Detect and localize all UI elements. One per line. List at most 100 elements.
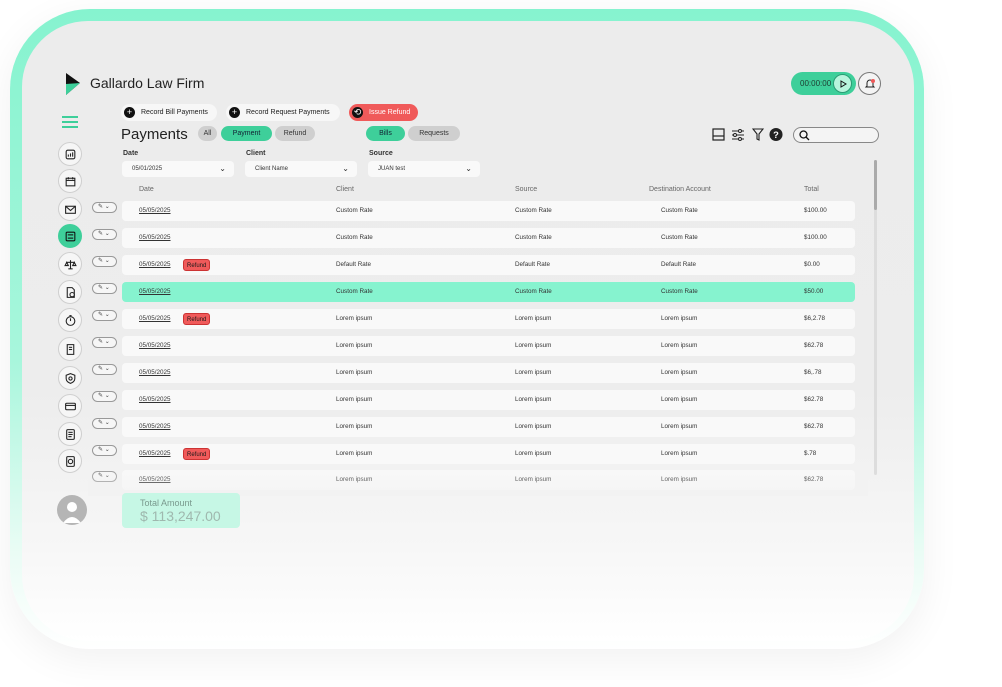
cell-destination-account: Custom Rate (661, 207, 698, 214)
sidebar-item-calendar[interactable] (58, 169, 82, 193)
sidebar-item-document[interactable] (58, 280, 82, 304)
row-edit-toggle[interactable]: ✎ ⌄ (92, 310, 117, 321)
cell-date[interactable]: 05/05/2025 (139, 336, 171, 356)
table-row[interactable]: 05/05/2025 Custom Rate Custom Rate Custom R… (122, 228, 855, 248)
table-row[interactable]: 05/05/2025 Custom Rate Custom Rate Custom R… (122, 201, 855, 221)
table-row[interactable]: 05/05/2025 Lorem ipsum Lorem ipsum Lorem ip… (122, 336, 855, 356)
sidebar-item-payments[interactable] (58, 224, 82, 248)
avatar[interactable] (57, 495, 87, 525)
layout-icon[interactable] (711, 127, 725, 141)
tab-payment[interactable]: Payment (221, 126, 272, 141)
cell-date[interactable]: 05/05/2025 (139, 363, 171, 383)
row-edit-toggle[interactable]: ✎ ⌄ (92, 471, 117, 482)
timer-text: 00:00:00 (800, 79, 832, 88)
menu-icon[interactable] (62, 116, 78, 128)
column-header-total[interactable]: Total (804, 186, 819, 193)
sidebar-item-scale[interactable] (58, 252, 82, 276)
table-scrollbar[interactable] (874, 160, 877, 475)
cell-date[interactable]: 05/05/2025 (139, 255, 171, 275)
cell-date[interactable]: 05/05/2025 (139, 444, 171, 464)
row-edit-toggle[interactable]: ✎ ⌄ (92, 283, 117, 294)
cell-source: Lorem ipsum (515, 450, 552, 457)
sidebar-item-timer[interactable] (58, 308, 82, 332)
cell-source: Lorem ipsum (515, 423, 552, 430)
sidebar-item-shield[interactable] (58, 366, 82, 390)
cell-date[interactable]: 05/05/2025 (139, 470, 171, 490)
notifications-button[interactable] (858, 72, 881, 95)
table-row[interactable]: 05/05/2025 Refund Lorem ipsum Lorem ipsum Lo… (122, 309, 855, 329)
cell-destination-account: Lorem ipsum (661, 369, 698, 376)
column-header-source[interactable]: Source (515, 186, 537, 193)
cell-total: $.78 (804, 450, 817, 457)
sidebar-item-report[interactable] (58, 449, 82, 473)
pencil-icon: ✎ (98, 473, 104, 479)
row-edit-toggle[interactable]: ✎ ⌄ (92, 202, 117, 213)
cell-destination-account: Lorem ipsum (661, 423, 698, 430)
table-row[interactable]: 05/05/2025 Lorem ipsum Lorem ipsum Lorem ip… (122, 417, 855, 437)
record-bill-payments-button[interactable]: + Record Bill Payments (121, 104, 217, 121)
cell-destination-account: Lorem ipsum (661, 450, 698, 457)
cell-date[interactable]: 05/05/2025 (139, 228, 171, 248)
row-edit-toggle[interactable]: ✎ ⌄ (92, 256, 117, 267)
scrollbar-thumb[interactable] (874, 160, 877, 210)
tab-all[interactable]: All (198, 126, 217, 141)
refund-badge: Refund (183, 448, 211, 460)
column-header-date[interactable]: Date (139, 186, 154, 193)
sidebar-item-invoice[interactable] (58, 422, 82, 446)
cell-date[interactable]: 05/05/2025 (139, 309, 171, 329)
table-row[interactable]: 05/05/2025 Refund Default Rate Default Rate… (122, 255, 855, 275)
table-row[interactable]: 05/05/2025 Lorem ipsum Lorem ipsum Lorem ip… (122, 390, 855, 410)
date-filter-select[interactable]: 05/01/2025 ⌄ (122, 161, 234, 177)
pencil-icon: ✎ (98, 312, 104, 318)
column-header-destination-account[interactable]: Destination Account (649, 186, 711, 193)
scale-icon (63, 259, 77, 269)
cell-source: Custom Rate (515, 207, 552, 214)
row-edit-toggle[interactable]: ✎ ⌄ (92, 418, 117, 429)
row-edit-toggle[interactable]: ✎ ⌄ (92, 391, 117, 402)
tab-requests[interactable]: Requests (408, 126, 460, 141)
row-edit-toggle[interactable]: ✎ ⌄ (92, 364, 117, 375)
cell-date[interactable]: 05/05/2025 (139, 390, 171, 410)
client-filter-label: Client (246, 150, 266, 157)
sidebar-item-dashboard[interactable] (58, 142, 82, 166)
row-edit-toggle[interactable]: ✎ ⌄ (92, 337, 117, 348)
tab-refund[interactable]: Refund (275, 126, 315, 141)
table-row[interactable]: 05/05/2025 Lorem ipsum Lorem ipsum Lorem ip… (122, 363, 855, 383)
sidebar-item-contract[interactable] (58, 337, 82, 361)
contract-icon (66, 343, 74, 355)
record-request-payments-button[interactable]: + Record Request Payments (226, 104, 340, 121)
cell-date[interactable]: 05/05/2025 (139, 417, 171, 437)
cell-source: Lorem ipsum (515, 342, 552, 349)
chevron-down-icon: ⌄ (104, 339, 110, 345)
invoice-icon (65, 428, 75, 440)
row-edit-toggle[interactable]: ✎ ⌄ (92, 445, 117, 456)
sliders-icon[interactable] (731, 127, 745, 141)
sidebar-item-mail[interactable] (58, 197, 82, 221)
play-button[interactable] (833, 74, 852, 93)
refund-badge: Refund (183, 313, 211, 325)
cell-total: $6,.78 (804, 369, 822, 376)
chevron-down-icon: ⌄ (104, 258, 110, 264)
table-row[interactable]: 05/05/2025 Custom Rate Custom Rate Custom R… (122, 282, 855, 302)
table-row[interactable]: 05/05/2025 Refund Lorem ipsum Lorem ipsum Lo… (122, 444, 855, 464)
issue-refund-label: Issue Refund (369, 109, 411, 116)
cell-source: Lorem ipsum (515, 396, 552, 403)
client-filter-select[interactable]: Client Name ⌄ (245, 161, 357, 177)
cell-date[interactable]: 05/05/2025 (139, 282, 171, 302)
source-filter-label: Source (369, 150, 393, 157)
filter-icon[interactable] (751, 127, 765, 141)
search-input[interactable] (793, 127, 879, 143)
cell-date[interactable]: 05/05/2025 (139, 201, 171, 221)
cell-total: $62.78 (804, 423, 824, 430)
chevron-down-icon: ⌄ (104, 285, 110, 291)
tab-bills[interactable]: Bills (366, 126, 405, 141)
column-header-client[interactable]: Client (336, 186, 354, 193)
source-filter-select[interactable]: JUAN test ⌄ (368, 161, 480, 177)
user-icon (63, 502, 81, 523)
logo-icon (66, 73, 80, 95)
sidebar-item-card[interactable] (58, 394, 82, 418)
issue-refund-button[interactable]: ⟲ Issue Refund (349, 104, 418, 121)
table-row[interactable]: 05/05/2025 Lorem ipsum Lorem ipsum Lorem ip… (122, 470, 855, 490)
row-edit-toggle[interactable]: ✎ ⌄ (92, 229, 117, 240)
help-icon[interactable]: ? (769, 127, 783, 141)
